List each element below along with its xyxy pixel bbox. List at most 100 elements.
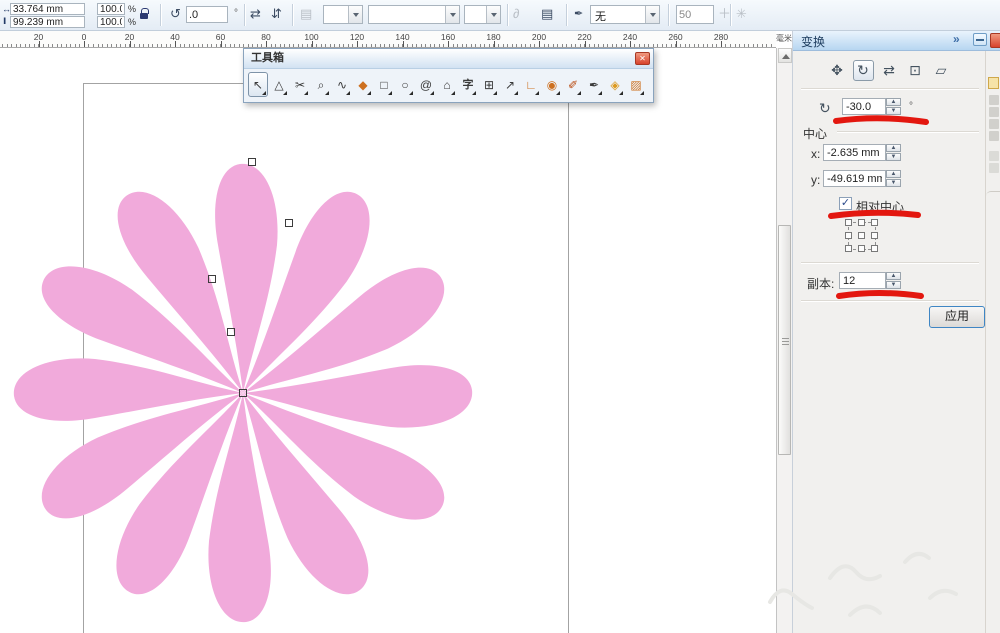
flower-shape[interactable] <box>0 143 493 633</box>
ruler-label: 200 <box>528 32 550 42</box>
rotation-angle-input[interactable] <box>186 6 228 23</box>
outline-width-dropdown[interactable]: 无 <box>590 5 660 24</box>
anchor-point[interactable] <box>845 245 852 252</box>
anchor-point[interactable] <box>845 232 852 239</box>
scale-mirror-mode-button[interactable]: ⇄ <box>879 60 900 81</box>
size-mode-button[interactable]: ⊡ <box>905 60 926 81</box>
fill-tool[interactable]: ◈ <box>605 72 625 97</box>
ruler-label: 220 <box>574 32 596 42</box>
text-tool[interactable]: 字 <box>458 72 478 97</box>
copies-input[interactable] <box>839 272 886 289</box>
outline-pen-tool-icon: ✒ <box>589 79 599 91</box>
start-arrowhead-dropdown[interactable] <box>323 5 363 24</box>
connector-tool[interactable]: ∟ <box>521 72 541 97</box>
toolbox-tools: ↖△ ✂ ⌕ ∿ ◆ □○@⌂ 字 ⊞↗ ∟ ◉ ✐ ✒ ◈▨ <box>244 69 653 100</box>
apply-button[interactable]: 应用 <box>929 306 985 328</box>
shape-tool[interactable]: △ <box>269 72 289 97</box>
outline-pen-tool[interactable]: ✒ <box>584 72 604 97</box>
dropdown-arrow-icon[interactable] <box>348 6 362 23</box>
scale-v-input[interactable] <box>97 16 125 28</box>
crop-tool[interactable]: ✂ <box>290 72 310 97</box>
vertical-scrollbar[interactable] <box>776 48 792 633</box>
outline-pen-icon: ✒ <box>574 6 583 22</box>
ruler-label: 280 <box>710 32 732 42</box>
ruler-label: 160 <box>437 32 459 42</box>
scale-h-input[interactable] <box>97 3 125 15</box>
dropdown-arrow-icon[interactable] <box>486 6 500 23</box>
flyout-corner-icon <box>598 91 602 95</box>
zoom-tool-icon: ⌕ <box>318 79 325 91</box>
object-x-input[interactable] <box>10 3 85 15</box>
center-x-spinner[interactable]: ▲▼ <box>886 144 901 161</box>
relative-center-label: 相对中心 <box>856 198 904 215</box>
anchor-point[interactable] <box>871 219 878 226</box>
zoom-tool[interactable]: ⌕ <box>311 72 331 97</box>
crop-tool-icon: ✂ <box>295 79 305 91</box>
rectangle-tool[interactable]: □ <box>374 72 394 97</box>
close-icon[interactable] <box>990 33 1000 48</box>
convert-to-curve-icon: ∂ <box>513 6 519 22</box>
toolbox-window[interactable]: 工具箱 ✕ ↖△ ✂ ⌕ ∿ ◆ □○@⌂ 字 ⊞↗ ∟ ◉ ✐ ✒ ◈▨ <box>243 48 654 103</box>
rotation-angle-input[interactable] <box>842 98 886 115</box>
freehand-tool[interactable]: ∿ <box>332 72 352 97</box>
pick-tool[interactable]: ↖ <box>248 72 268 97</box>
chevron-collapse-icon[interactable]: » <box>953 32 960 46</box>
flyout-corner-icon <box>514 91 518 95</box>
position-mode-button[interactable]: ✥ <box>827 60 848 81</box>
anchor-point[interactable] <box>858 219 865 226</box>
canvas[interactable] <box>0 48 776 633</box>
anchor-point[interactable] <box>871 245 878 252</box>
eyedropper-tool[interactable]: ✐ <box>563 72 583 97</box>
degree-label: ° <box>234 8 238 19</box>
transform-mode-buttons: ✥↻⇄⊡▱ <box>793 60 985 81</box>
close-icon[interactable]: ✕ <box>635 52 650 65</box>
anchor-point[interactable] <box>845 219 852 226</box>
center-label: 中心 <box>803 125 827 142</box>
mirror-horizontal-button[interactable]: ⇄ <box>250 6 261 22</box>
dropdown-arrow-icon[interactable] <box>645 6 659 23</box>
center-y-input[interactable] <box>823 170 886 187</box>
angle-spinner[interactable]: ▲▼ <box>886 98 901 115</box>
relative-center-checkbox[interactable]: ✓ <box>839 197 852 210</box>
skew-mode-button[interactable]: ▱ <box>931 60 952 81</box>
blend-tool[interactable]: ◉ <box>542 72 562 97</box>
line-style-dropdown[interactable] <box>368 5 460 24</box>
smart-fill-tool[interactable]: ◆ <box>353 72 373 97</box>
copies-spinner[interactable]: ▲▼ <box>886 272 901 289</box>
dropdown-arrow-icon[interactable] <box>445 6 459 23</box>
flyout-corner-icon <box>346 91 350 95</box>
blend-tool-icon: ◉ <box>547 79 557 91</box>
snap-icon: ✳ <box>736 6 747 22</box>
center-y-spinner[interactable]: ▲▼ <box>886 170 901 187</box>
connector-tool-icon: ∟ <box>525 79 537 91</box>
polygon-tool[interactable]: @ <box>416 72 436 97</box>
mirror-vertical-button[interactable]: ⇵ <box>271 6 282 22</box>
flyout-corner-icon <box>451 91 455 95</box>
edit-fill-icon: ▤ <box>300 6 312 22</box>
anchor-point[interactable] <box>871 232 878 239</box>
text-wrap-icon[interactable]: ▤ <box>541 6 553 22</box>
center-x-input[interactable] <box>823 144 886 161</box>
toolbox-titlebar[interactable]: 工具箱 ✕ <box>244 49 653 69</box>
ruler-label: 100 <box>301 32 323 42</box>
flyout-corner-icon <box>472 91 476 95</box>
text-tool-icon: 字 <box>463 79 474 91</box>
minimize-icon[interactable] <box>973 33 987 46</box>
dimension-tool[interactable]: ↗ <box>500 72 520 97</box>
object-y-input[interactable] <box>10 16 85 28</box>
misc-value-input[interactable] <box>676 5 714 24</box>
docker-titlebar[interactable]: 变换 » <box>793 30 1000 51</box>
smart-fill-tool-icon: ◆ <box>358 79 367 91</box>
rotate-mode-button[interactable]: ↻ <box>853 60 874 81</box>
horizontal-ruler[interactable]: 毫米 2002040608010012014016018020022024026… <box>0 31 776 48</box>
ellipse-tool[interactable]: ○ <box>395 72 415 97</box>
table-tool[interactable]: ⊞ <box>479 72 499 97</box>
anchor-point[interactable] <box>858 232 865 239</box>
docker-tab-strip[interactable] <box>985 51 1000 633</box>
scrollbar-thumb[interactable] <box>778 225 791 455</box>
interactive-fill-tool[interactable]: ▨ <box>626 72 646 97</box>
end-arrowhead-dropdown[interactable] <box>464 5 501 24</box>
basic-shapes-tool[interactable]: ⌂ <box>437 72 457 97</box>
anchor-point[interactable] <box>858 245 865 252</box>
scroll-up-button[interactable] <box>778 48 792 63</box>
